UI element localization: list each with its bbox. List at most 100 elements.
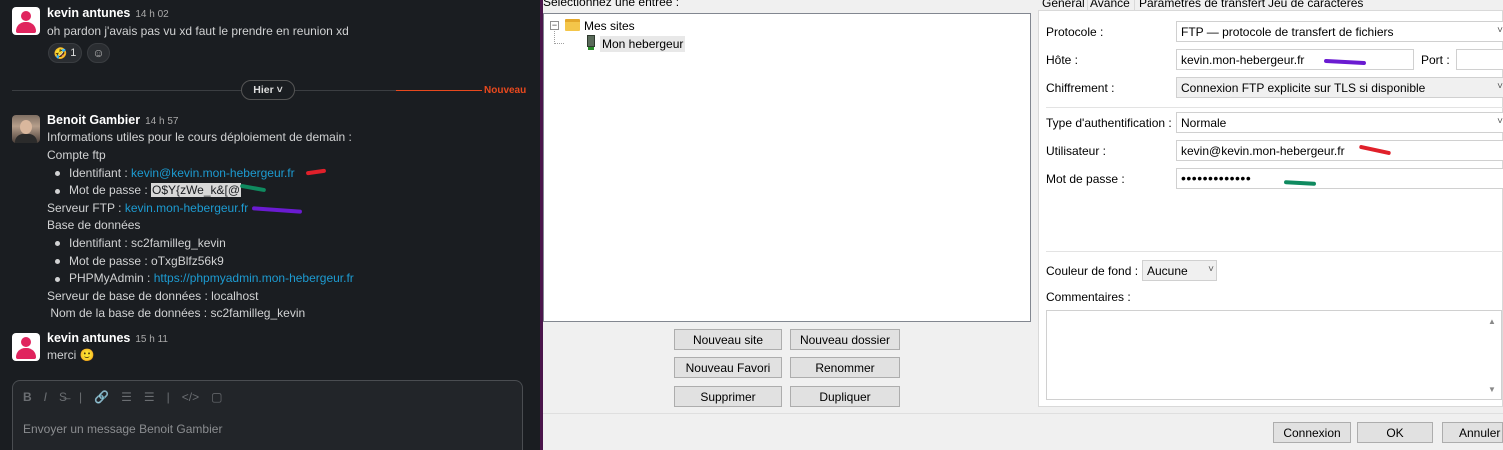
- message-time[interactable]: 14 h 02: [135, 9, 168, 20]
- link-icon[interactable]: 🔗: [94, 390, 109, 404]
- new-folder-button[interactable]: Nouveau dossier: [790, 329, 900, 350]
- protocol-label: Protocole :: [1046, 25, 1104, 39]
- new-bookmark-button[interactable]: Nouveau Favori: [674, 357, 782, 378]
- composer-placeholder[interactable]: Envoyer un message Benoit Gambier: [23, 422, 222, 436]
- author-name[interactable]: kevin antunes: [47, 6, 130, 20]
- new-site-button[interactable]: Nouveau site: [674, 329, 782, 350]
- message-line: Base de données: [47, 218, 141, 232]
- bold-icon[interactable]: B: [23, 390, 32, 404]
- tab-transfer-settings[interactable]: Paramètres de transfert: [1139, 0, 1265, 10]
- message-line: Informations utiles pour le cours déploi…: [47, 130, 352, 144]
- ftp-server-label: Serveur FTP :: [47, 201, 125, 215]
- tab-charset[interactable]: Jeu de caractères: [1268, 0, 1363, 10]
- ftp-id-link[interactable]: kevin@kevin.mon-hebergeur.fr: [131, 166, 295, 180]
- add-reaction-icon: ☺: [92, 46, 105, 60]
- chat-panel: kevin antunes 14 h 02 oh pardon j'avais p…: [0, 0, 540, 450]
- bg-color-label: Couleur de fond :: [1046, 264, 1139, 278]
- server-status-icon: [588, 47, 594, 50]
- general-tab-panel: Protocole : FTP — protocole de transfert…: [1038, 10, 1503, 407]
- site-tree[interactable]: − Mes sites Mon hebergeur: [543, 13, 1031, 322]
- message-line: Serveur FTP : kevin.mon-hebergeur.fr: [47, 201, 248, 215]
- message-time[interactable]: 14 h 57: [145, 116, 178, 127]
- user-input[interactable]: kevin@kevin.mon-hebergeur.fr: [1176, 140, 1503, 161]
- bullet-icon: [55, 277, 60, 282]
- port-input[interactable]: [1456, 49, 1503, 70]
- password-input[interactable]: •••••••••••••: [1176, 168, 1503, 189]
- scroll-up-icon[interactable]: ▲: [1488, 317, 1496, 326]
- comments-textarea[interactable]: [1046, 310, 1502, 400]
- tree-caption: Sélectionnez une entrée :: [543, 0, 680, 9]
- chevron-down-icon: ˅: [1208, 264, 1214, 275]
- password-label: Mot de passe :: [1046, 172, 1125, 186]
- protocol-select[interactable]: FTP — protocole de transfert de fichiers…: [1176, 21, 1503, 42]
- rename-button[interactable]: Renommer: [790, 357, 900, 378]
- encryption-label: Chiffrement :: [1046, 81, 1115, 95]
- encryption-select[interactable]: Connexion FTP explicite sur TLS si dispo…: [1176, 77, 1503, 98]
- auth-type-label: Type d'authentification :: [1046, 116, 1172, 130]
- avatar-kevin[interactable]: [12, 7, 40, 35]
- server-icon: [587, 35, 595, 47]
- avatar-benoit[interactable]: [12, 115, 40, 143]
- auth-type-select[interactable]: Normale ˅: [1176, 112, 1503, 133]
- ftp-password-highlighted[interactable]: O$Y{zWe_k&[@: [151, 183, 242, 197]
- message-time[interactable]: 15 h 11: [135, 334, 168, 345]
- list-item: Identifiant : sc2familleg_kevin: [69, 236, 226, 250]
- message-text-body: merci: [47, 348, 77, 362]
- pma-link[interactable]: https://phpmyadmin.mon-hebergeur.fr: [154, 271, 354, 285]
- author-name[interactable]: Benoit Gambier: [47, 113, 140, 127]
- divider: [1046, 251, 1503, 252]
- bullet-list-icon[interactable]: ☰: [144, 390, 155, 404]
- italic-icon[interactable]: I: [44, 390, 47, 404]
- strikethrough-icon[interactable]: S̶: [59, 390, 67, 404]
- tree-line: [554, 43, 564, 44]
- comments-label: Commentaires :: [1046, 290, 1131, 304]
- delete-button[interactable]: Supprimer: [674, 386, 782, 407]
- duplicate-button[interactable]: Dupliquer: [790, 386, 900, 407]
- scroll-down-icon[interactable]: ▼: [1488, 385, 1496, 394]
- red-scribble: [305, 168, 327, 176]
- message-header: kevin antunes 15 h 11: [47, 331, 168, 345]
- message-text: merci 🙂: [47, 348, 95, 362]
- smile-emoji-icon: 🙂: [79, 348, 95, 362]
- chevron-down-icon: ˅: [1497, 116, 1503, 127]
- connect-button[interactable]: Connexion: [1273, 422, 1351, 443]
- tab-advanced[interactable]: Avancé: [1090, 0, 1130, 10]
- formatting-toolbar: B I S̶ | 🔗 ☰ ☰ | </> ▢: [23, 390, 222, 404]
- tab-general[interactable]: Général: [1042, 0, 1085, 10]
- site-manager-dialog: Sélectionnez une entrée : − Mes sites Mo…: [543, 0, 1503, 450]
- laughing-emoji-icon: 🤣: [53, 47, 68, 60]
- toolbar-divider: |: [166, 390, 170, 404]
- message-composer[interactable]: B I S̶ | 🔗 ☰ ☰ | </> ▢ Envoyer un messag…: [12, 380, 523, 450]
- message-line: Compte ftp: [47, 148, 106, 162]
- cancel-button[interactable]: Annuler: [1442, 422, 1503, 443]
- new-messages-label: Nouveau: [482, 85, 527, 96]
- reaction-pill[interactable]: 🤣 1: [48, 43, 82, 63]
- green-scribble: [239, 183, 267, 193]
- add-reaction-button[interactable]: ☺: [87, 43, 110, 63]
- divider: [1046, 107, 1503, 108]
- collapse-icon[interactable]: −: [550, 21, 559, 30]
- ok-button[interactable]: OK: [1357, 422, 1433, 443]
- pma-label: PHPMyAdmin :: [69, 271, 154, 285]
- author-name[interactable]: kevin antunes: [47, 331, 130, 345]
- list-item: Identifiant : kevin@kevin.mon-hebergeur.…: [69, 166, 295, 180]
- bg-color-select[interactable]: Aucune ˅: [1142, 260, 1217, 281]
- list-item: PHPMyAdmin : https://phpmyadmin.mon-hebe…: [69, 271, 354, 285]
- chevron-down-icon: ˅: [1497, 25, 1503, 36]
- ordered-list-icon[interactable]: ☰: [121, 390, 132, 404]
- tree-item-mon-hebergeur[interactable]: Mon hebergeur: [600, 36, 686, 52]
- ftp-server-link[interactable]: kevin.mon-hebergeur.fr: [125, 201, 248, 215]
- auth-type-value: Normale: [1181, 116, 1227, 130]
- bullet-icon: [55, 241, 60, 246]
- message-header: kevin antunes 14 h 02: [47, 6, 169, 20]
- code-icon[interactable]: </>: [182, 390, 199, 404]
- folder-icon: [565, 19, 580, 31]
- avatar-kevin[interactable]: [12, 333, 40, 361]
- reaction-count: 1: [70, 47, 77, 59]
- toolbar-divider: |: [79, 390, 83, 404]
- tree-item-mes-sites[interactable]: Mes sites: [584, 19, 635, 33]
- date-divider-button[interactable]: Hier ˅: [241, 80, 295, 100]
- ftp-password-label: Mot de passe :: [69, 183, 152, 197]
- code-block-icon[interactable]: ▢: [211, 390, 222, 404]
- host-input[interactable]: kevin.mon-hebergeur.fr: [1176, 49, 1414, 70]
